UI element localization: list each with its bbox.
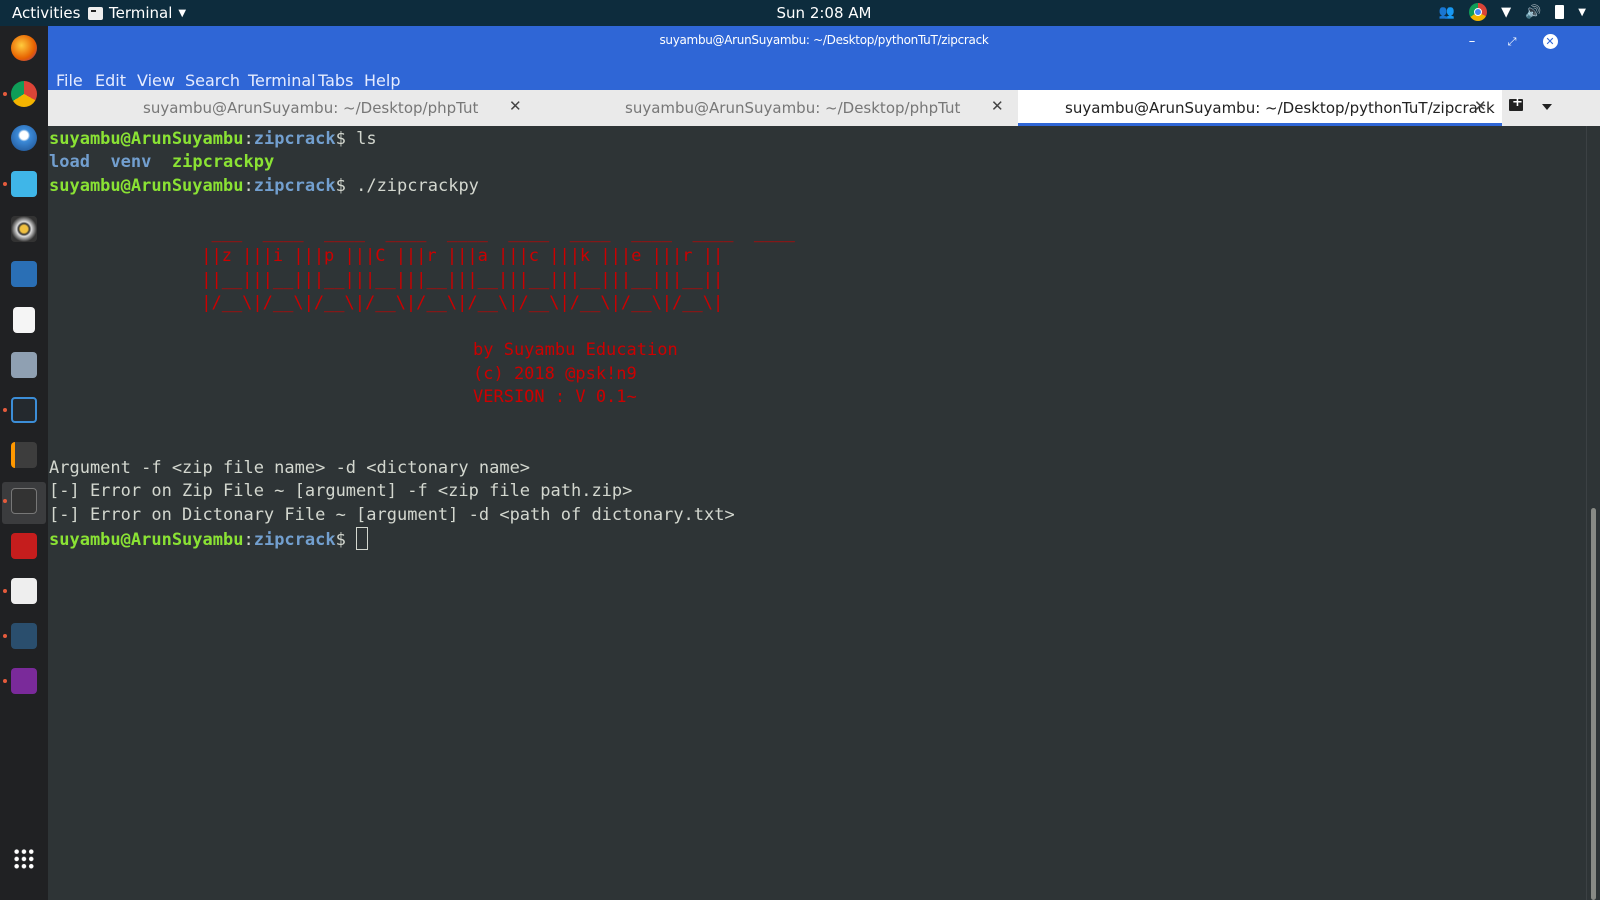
tab-close-icon[interactable]: ✕ — [991, 97, 1004, 115]
people-icon[interactable]: 👥 — [1439, 5, 1455, 20]
scrollbar-thumb[interactable] — [1591, 508, 1596, 900]
title-bar[interactable]: suyambu@ArunSuyambu: ~/Desktop/pythonTuT… — [48, 26, 1600, 62]
running-indicator — [3, 408, 7, 412]
sublime-text-icon[interactable] — [11, 442, 37, 468]
running-indicator — [3, 499, 7, 503]
maximize-button[interactable]: ⤢ — [1502, 32, 1522, 52]
terminal-line: [-] Error on Zip File ~ [argument] -f <z… — [49, 481, 633, 501]
ascii-banner-line: ||z |||i |||p |||C |||r |||a |||c |||k |… — [191, 246, 724, 266]
top-panel: Activities Terminal ▼ Sun 2:08 AM 👥 ▼ 🔊 … — [0, 0, 1600, 26]
mysql-workbench-icon[interactable] — [11, 623, 37, 649]
running-indicator — [3, 679, 7, 683]
screen-recorder-icon[interactable] — [11, 668, 37, 694]
tab-label: suyambu@ArunSuyambu: ~/Desktop/pythonTuT… — [1065, 99, 1495, 117]
clock[interactable]: Sun 2:08 AM — [0, 4, 1600, 22]
system-monitor-icon[interactable] — [11, 261, 37, 287]
firefox-icon[interactable] — [11, 35, 37, 61]
tab-label: suyambu@ArunSuyambu: ~/Desktop/phpTut — [143, 99, 479, 117]
tab-zipcrack[interactable]: suyambu@ArunSuyambu: ~/Desktop/pythonTuT… — [1018, 90, 1502, 126]
speaker-icon[interactable] — [11, 216, 37, 242]
system-tray[interactable]: 👥 ▼ 🔊 ▼ — [1439, 3, 1586, 21]
minimize-button[interactable]: – — [1462, 32, 1482, 52]
text-editor-icon[interactable] — [13, 307, 35, 333]
terminal-window: suyambu@ArunSuyambu: ~/Desktop/pythonTuT… — [48, 26, 1600, 900]
tab-menu-chevron-icon[interactable] — [1542, 104, 1552, 110]
dock — [0, 26, 48, 900]
ascii-banner-line: ___ ____ ____ ____ ____ ____ ____ ____ _… — [191, 223, 795, 243]
volume-icon[interactable]: 🔊 — [1525, 5, 1541, 20]
tab-bar: suyambu@ArunSuyambu: ~/Desktop/phpTut ✕ … — [48, 90, 1600, 126]
terminal-line: suyambu@ArunSuyambu:zipcrack$ ls — [49, 129, 377, 149]
running-indicator — [3, 589, 7, 593]
battery-icon[interactable] — [1555, 5, 1565, 19]
thunderbird-icon[interactable] — [11, 125, 37, 151]
terminal-icon[interactable] — [11, 488, 37, 514]
tab-phptut-2[interactable]: suyambu@ArunSuyambu: ~/Desktop/phpTut ✕ — [533, 90, 1018, 126]
credits-line: by Suyambu Education — [473, 340, 678, 360]
tab-label: suyambu@ArunSuyambu: ~/Desktop/phpTut — [625, 99, 961, 117]
running-indicator — [3, 634, 7, 638]
close-icon: ✕ — [1542, 34, 1558, 49]
store-icon[interactable] — [11, 171, 37, 197]
ascii-banner-line: |/__\|/__\|/__\|/__\|/__\|/__\|/__\|/__\… — [191, 293, 724, 313]
system-menu-chevron-icon[interactable]: ▼ — [1578, 7, 1586, 18]
chrome-icon[interactable] — [11, 81, 37, 107]
terminal-output[interactable]: suyambu@ArunSuyambu:zipcrack$ ls load ve… — [48, 126, 1600, 900]
terminal-line: [-] Error on Dictonary File ~ [argument]… — [49, 505, 735, 525]
vscode-icon[interactable] — [11, 397, 37, 423]
running-indicator — [3, 182, 7, 186]
document-viewer-icon[interactable] — [11, 578, 37, 604]
menu-search[interactable]: Search — [185, 71, 240, 90]
show-applications-icon[interactable] — [13, 848, 35, 870]
tab-close-icon[interactable]: ✕ — [1474, 97, 1487, 115]
menu-file[interactable]: File — [56, 71, 83, 90]
chrome-tray-icon[interactable] — [1469, 3, 1488, 21]
software-installer-icon[interactable] — [11, 352, 37, 378]
text-cursor — [356, 527, 369, 550]
terminal-line: load venv zipcrackpy — [49, 152, 275, 172]
tab-close-icon[interactable]: ✕ — [509, 97, 522, 115]
menu-edit[interactable]: Edit — [95, 71, 126, 90]
ascii-banner-line: ||__|||__|||__|||__|||__|||__|||__|||__|… — [191, 270, 724, 290]
new-tab-button[interactable] — [1509, 95, 1523, 111]
close-button[interactable]: ✕ — [1540, 32, 1560, 52]
wifi-icon[interactable]: ▼ — [1501, 5, 1511, 20]
scrollbar[interactable] — [1586, 126, 1600, 900]
tab-phptut-1[interactable]: suyambu@ArunSuyambu: ~/Desktop/phpTut ✕ — [48, 90, 533, 126]
running-indicator — [3, 92, 7, 96]
terminal-line: Argument -f <zip file name> -d <dictonar… — [49, 458, 531, 478]
filezilla-icon[interactable] — [11, 533, 37, 559]
menu-view[interactable]: View — [137, 71, 175, 90]
credits-line: (c) 2018 @psk!n9 — [473, 364, 637, 384]
menu-help[interactable]: Help — [364, 71, 400, 90]
window-title: suyambu@ArunSuyambu: ~/Desktop/pythonTuT… — [659, 33, 989, 47]
terminal-line: suyambu@ArunSuyambu:zipcrack$ ./zipcrack… — [49, 176, 479, 196]
menu-tabs[interactable]: Tabs — [318, 71, 353, 90]
menu-terminal[interactable]: Terminal — [248, 71, 316, 90]
terminal-prompt-line: suyambu@ArunSuyambu:zipcrack$ — [49, 527, 369, 553]
credits-line: VERSION : V 0.1~ — [473, 387, 637, 407]
